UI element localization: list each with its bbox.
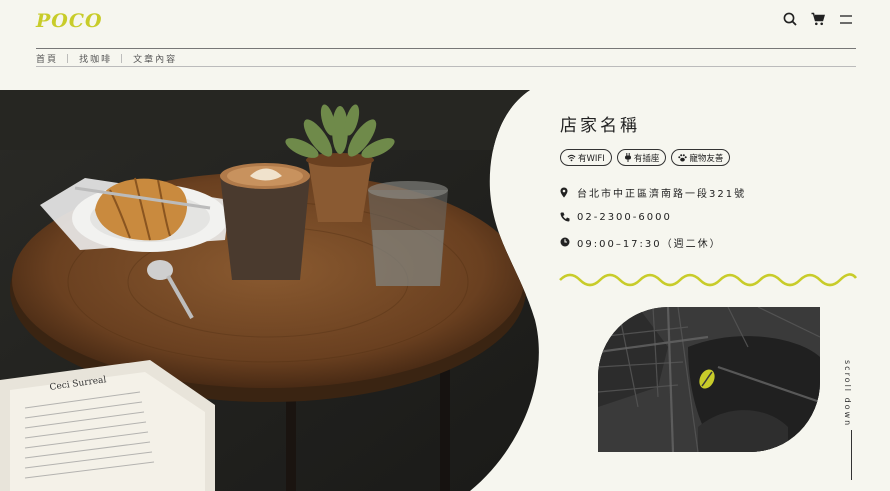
store-name: 店家名稱 — [560, 116, 640, 136]
breadcrumb-separator: | — [120, 53, 126, 64]
logo[interactable]: POCO — [36, 10, 103, 32]
location-pin-icon — [560, 187, 577, 198]
plug-icon — [624, 153, 631, 162]
paw-icon — [678, 153, 688, 161]
store-info: 台北市中正區濟南路一段321號 02-2300-6000 09:00–17:30… — [560, 186, 746, 261]
scroll-line — [851, 430, 852, 480]
breadcrumb-find-coffee[interactable]: 找咖啡 — [79, 52, 112, 65]
breadcrumb-article[interactable]: 文章內容 — [133, 52, 177, 65]
store-phone[interactable]: 02-2300-6000 — [577, 212, 672, 223]
breadcrumb-home[interactable]: 首頁 — [36, 52, 58, 65]
cart-icon[interactable] — [810, 11, 826, 27]
tag-plug: 有插座 — [616, 149, 667, 166]
cafe-photo: Ceci Surreal — [0, 90, 540, 491]
tag-label: 有插座 — [633, 153, 660, 164]
store-tags: 有WIFI 有插座 寵物友善 — [560, 149, 731, 166]
hours-row: 09:00–17:30（週二休） — [560, 236, 746, 250]
store-hours: 09:00–17:30（週二休） — [577, 238, 722, 250]
nav-divider — [36, 48, 856, 49]
tag-wifi: 有WIFI — [560, 149, 612, 166]
header-icons — [782, 11, 854, 27]
breadcrumb: 首頁 | 找咖啡 | 文章內容 — [36, 52, 177, 66]
store-map[interactable] — [598, 307, 820, 452]
tag-label: 有WIFI — [578, 153, 605, 164]
nav-divider — [36, 66, 856, 67]
tag-label: 寵物友善 — [689, 153, 724, 164]
wifi-icon — [567, 154, 576, 161]
clock-icon — [560, 237, 577, 247]
decorative-wave — [559, 273, 858, 287]
tag-pet: 寵物友善 — [671, 149, 731, 166]
breadcrumb-separator: | — [66, 53, 72, 64]
menu-icon[interactable] — [838, 11, 854, 27]
scroll-down-hint[interactable]: scroll down — [843, 360, 852, 427]
search-icon[interactable] — [782, 11, 798, 27]
phone-icon — [560, 212, 577, 222]
phone-row: 02-2300-6000 — [560, 211, 746, 223]
address-row: 台北市中正區濟南路一段321號 — [560, 185, 746, 200]
store-address[interactable]: 台北市中正區濟南路一段321號 — [577, 185, 746, 200]
